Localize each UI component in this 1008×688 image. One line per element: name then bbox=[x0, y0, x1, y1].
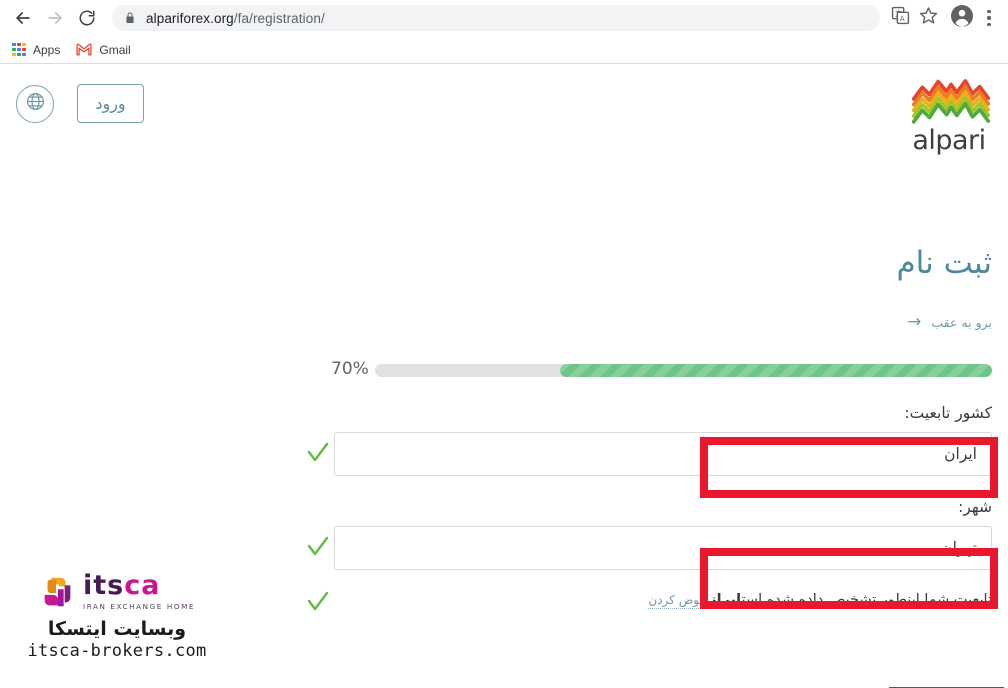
star-icon bbox=[919, 6, 938, 30]
kebab-dot-1 bbox=[987, 9, 991, 14]
globe-icon bbox=[25, 91, 46, 117]
toolbar-actions: 文 A bbox=[886, 4, 1000, 32]
kebab-dot-3 bbox=[987, 22, 991, 27]
progress-track bbox=[375, 363, 992, 377]
kebab-dot-2 bbox=[987, 16, 991, 20]
reload-button[interactable] bbox=[72, 3, 102, 33]
bookmark-apps[interactable]: Apps bbox=[10, 41, 68, 59]
back-button[interactable] bbox=[8, 3, 38, 33]
checkmark-icon bbox=[306, 534, 330, 560]
itsca-brand-suffix: ca bbox=[124, 570, 161, 601]
address-bar[interactable]: alpariforex.org/fa/registration/ bbox=[112, 5, 880, 31]
checkmark-icon bbox=[306, 589, 330, 615]
alpari-wordmark: alpari bbox=[912, 125, 986, 156]
bookmark-apps-label: Apps bbox=[33, 42, 61, 57]
header-left-controls: ورود bbox=[16, 84, 144, 123]
forward-button[interactable] bbox=[40, 3, 70, 33]
itsca-url: itsca-brokers.com bbox=[27, 641, 207, 661]
country-input[interactable]: ایران bbox=[334, 432, 992, 476]
itsca-persian-name: وبسایت ایتسکا bbox=[47, 618, 187, 640]
login-button[interactable]: ورود bbox=[77, 84, 144, 123]
change-country-link[interactable]: عوض کردن bbox=[648, 593, 706, 609]
residency-note-text: تابعیت شما اینطور تشخیص داده شده است bbox=[741, 592, 992, 608]
registration-progress: 70% bbox=[0, 359, 1008, 380]
bookmarks-bar: Apps Gmail bbox=[0, 36, 1008, 64]
city-field-row: تهران bbox=[0, 526, 1008, 570]
url-domain: alpariforex.org bbox=[146, 10, 234, 26]
city-field-label: شهر: bbox=[958, 498, 992, 516]
go-back-label: برو به عقب bbox=[931, 315, 992, 330]
go-back-link[interactable]: برو به عقب → bbox=[907, 314, 992, 331]
country-field-row: ایران bbox=[0, 432, 1008, 476]
site-header: ورود alpari bbox=[0, 64, 1008, 154]
browser-toolbar: alpariforex.org/fa/registration/ 文 A bbox=[0, 0, 1008, 36]
url-path: /fa/registration/ bbox=[233, 10, 325, 26]
page-content: ورود alpari ثبت نام برو به عقب → 70% کشو… bbox=[0, 64, 1008, 688]
browser-menu-button[interactable] bbox=[978, 4, 1000, 32]
progress-percent-label: 70% bbox=[331, 359, 369, 379]
reload-icon bbox=[78, 9, 96, 27]
account-avatar-icon bbox=[950, 4, 974, 33]
page-title: ثبت نام bbox=[896, 245, 992, 281]
itsca-logo-row: itsca IRAN EXCHANGE HOME bbox=[14, 572, 220, 611]
alpari-waves-logo bbox=[904, 76, 994, 126]
apps-grid-icon bbox=[12, 42, 26, 57]
profile-button[interactable] bbox=[948, 4, 976, 32]
residency-note: تابعیت شما اینطور تشخیص داده شده استایرا… bbox=[648, 592, 992, 609]
browser-chrome: alpariforex.org/fa/registration/ 文 A bbox=[0, 0, 1008, 64]
arrow-right-icon bbox=[45, 8, 65, 28]
itsca-brand-prefix: its bbox=[82, 570, 125, 601]
bookmark-gmail[interactable]: Gmail bbox=[74, 41, 138, 59]
arrow-left-icon bbox=[13, 8, 33, 28]
itsca-watermark: itsca IRAN EXCHANGE HOME وبسایت ایتسکا i… bbox=[14, 572, 220, 661]
lock-icon bbox=[124, 11, 136, 25]
alpari-logo[interactable]: alpari bbox=[904, 76, 994, 154]
country-field-label: کشور تابعیت: bbox=[904, 404, 992, 422]
city-input[interactable]: تهران bbox=[334, 526, 992, 570]
arrow-right-icon: → bbox=[907, 312, 922, 332]
itsca-wordblock: itsca IRAN EXCHANGE HOME bbox=[83, 572, 195, 611]
bookmark-gmail-label: Gmail bbox=[99, 42, 131, 57]
bookmark-button[interactable] bbox=[914, 4, 942, 32]
checkmark-icon bbox=[306, 440, 330, 466]
url-text: alpariforex.org/fa/registration/ bbox=[146, 11, 325, 26]
translate-button[interactable]: 文 A bbox=[886, 4, 914, 32]
gmail-icon bbox=[76, 43, 92, 56]
translate-icon: 文 A bbox=[891, 6, 910, 30]
itsca-logo-mark bbox=[39, 574, 77, 610]
svg-text:A: A bbox=[899, 14, 904, 23]
itsca-tagline: IRAN EXCHANGE HOME bbox=[82, 602, 196, 611]
progress-fill bbox=[560, 363, 992, 377]
language-globe-button[interactable] bbox=[16, 84, 54, 123]
residency-country: ایران bbox=[711, 592, 742, 608]
itsca-brand: itsca bbox=[83, 570, 160, 601]
